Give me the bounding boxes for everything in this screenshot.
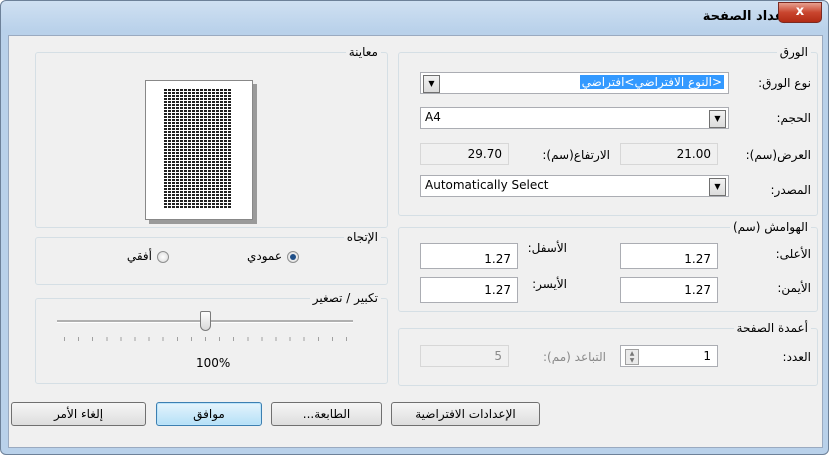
preview-group-label: معاينة — [345, 45, 381, 59]
preview-text-block — [164, 89, 232, 209]
columns-group-label: أعمدة الصفحة — [733, 321, 811, 335]
columns-spacing-label: التباعد (مم): — [543, 350, 606, 364]
paper-height-label: الارتفاع(سم): — [542, 148, 610, 162]
page-preview — [145, 80, 253, 220]
paper-size-value: A4 — [425, 110, 441, 124]
portrait-label: عمودي — [246, 249, 282, 263]
spin-arrows-icon[interactable]: ▲ ▼ — [625, 349, 639, 365]
ok-button[interactable]: موافق — [156, 402, 262, 426]
columns-spacing-field: 5 — [420, 345, 509, 367]
scale-group-label: تكبير / تصغير — [309, 291, 381, 305]
paper-source-label: المصدر: — [770, 183, 811, 197]
title-bar: إعداد الصفحة x — [1, 1, 828, 35]
landscape-label: أفقي — [126, 249, 152, 263]
defaults-button[interactable]: الإعدادات الافتراضية — [391, 402, 540, 426]
paper-size-label: الحجم: — [776, 111, 811, 125]
close-button[interactable]: x — [778, 2, 822, 23]
paper-type-select[interactable]: ▼ <النوع الافتراضي>افتراضي — [420, 72, 729, 94]
portrait-radio[interactable] — [287, 251, 299, 263]
paper-width-label: العرض(سم): — [745, 148, 811, 162]
scale-value: 100% — [196, 356, 231, 370]
paper-size-select[interactable]: A4 ▼ — [420, 107, 729, 129]
chevron-down-icon[interactable]: ▼ — [709, 110, 726, 128]
orientation-landscape-option[interactable]: أفقي — [89, 248, 169, 266]
columns-count-value: 1 — [703, 349, 711, 363]
margin-top-input[interactable]: 1.27 — [620, 243, 718, 269]
paper-type-label: نوع الورق: — [758, 76, 811, 90]
paper-source-value: Automatically Select — [425, 178, 549, 192]
margin-bottom-label: الأسفل: — [527, 241, 567, 255]
page-setup-window: إعداد الصفحة x الورق نوع الورق: ▼ <النوع… — [0, 0, 829, 455]
paper-source-select[interactable]: Automatically Select ▼ — [420, 175, 729, 197]
printer-button[interactable]: الطابعة... — [271, 402, 382, 426]
columns-count-label: العدد: — [782, 350, 811, 364]
orientation-group-label: الإتجاه — [343, 230, 381, 244]
close-icon: x — [795, 4, 805, 19]
cancel-button[interactable]: إلغاء الأمر — [11, 402, 146, 426]
paper-type-value: <النوع الافتراضي>افتراضي — [579, 75, 724, 89]
scale-slider-ticks — [64, 337, 360, 341]
chevron-down-icon[interactable]: ▼ — [423, 75, 440, 93]
paper-width-field: 21.00 — [620, 143, 718, 165]
margin-top-label: الأعلى: — [775, 247, 811, 261]
window-title: إعداد الصفحة — [702, 9, 788, 24]
columns-count-input[interactable]: ▲ ▼ 1 — [620, 345, 718, 367]
chevron-down-icon[interactable]: ▼ — [709, 178, 726, 196]
margin-bottom-input[interactable]: 1.27 — [420, 243, 518, 269]
margin-left-label: الأيسر: — [532, 277, 567, 291]
landscape-radio[interactable] — [157, 251, 169, 263]
margins-group-label: الهوامش (سم) — [730, 220, 811, 234]
margin-left-input[interactable]: 1.27 — [420, 277, 518, 303]
paper-group-label: الورق — [776, 45, 811, 59]
scale-group: تكبير / تصغير — [35, 291, 388, 384]
margin-right-input[interactable]: 1.27 — [620, 277, 718, 303]
scale-slider-thumb[interactable] — [199, 311, 211, 331]
margin-right-label: الأيمن: — [777, 281, 811, 295]
paper-height-field: 29.70 — [420, 143, 509, 165]
orientation-portrait-option[interactable]: عمودي — [199, 248, 299, 266]
dialog-body: الورق نوع الورق: ▼ <النوع الافتراضي>افتر… — [8, 35, 823, 448]
